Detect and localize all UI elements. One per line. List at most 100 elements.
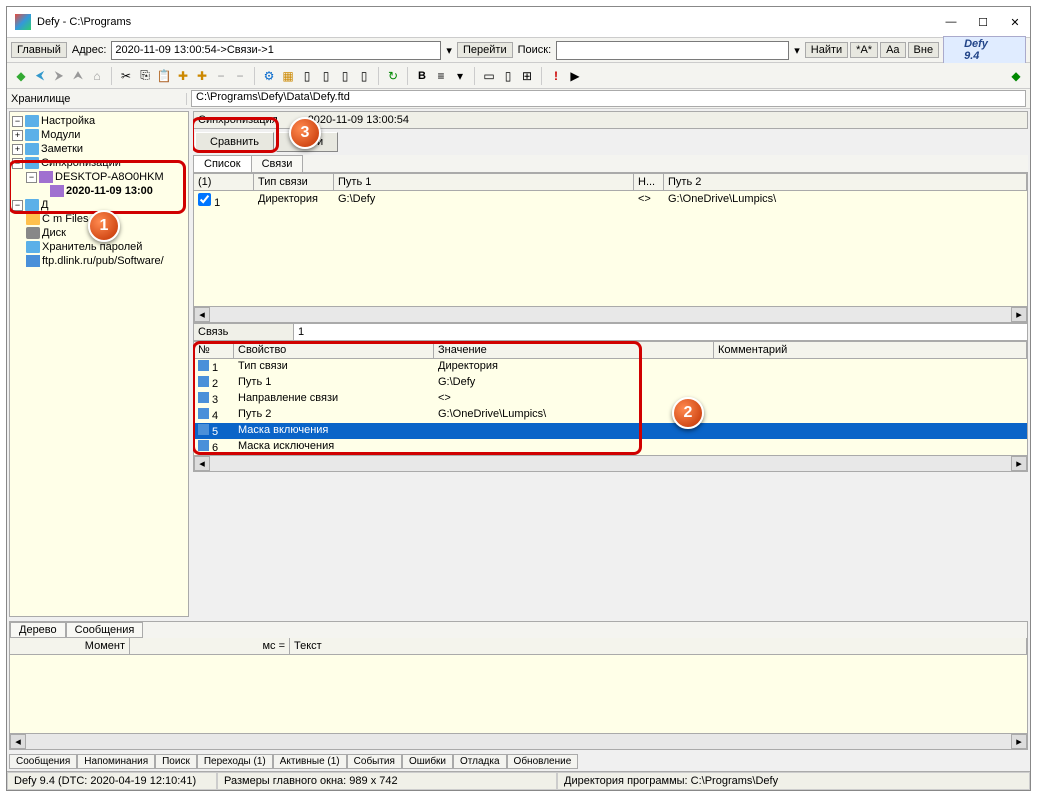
tree-notes[interactable]: Заметки xyxy=(41,143,83,155)
tab-tree[interactable]: Дерево xyxy=(10,622,66,638)
tree-sync-date[interactable]: 2020-11-09 13:00 xyxy=(66,185,153,197)
btab-messages[interactable]: Сообщения xyxy=(9,754,77,769)
fwd-icon[interactable]: ⮞ xyxy=(51,68,67,84)
col-1[interactable]: (1) xyxy=(194,174,254,190)
add-icon[interactable]: ✚ xyxy=(175,68,191,84)
btab-events[interactable]: События xyxy=(347,754,402,769)
btab-reminders[interactable]: Напоминания xyxy=(77,754,155,769)
address-dropdown-icon[interactable]: ▾ xyxy=(443,44,455,57)
pcol-val[interactable]: Значение xyxy=(434,342,714,358)
tree-settings[interactable]: Настройка xyxy=(41,115,95,127)
col-dir[interactable]: Н... xyxy=(634,174,664,190)
search-dropdown-icon[interactable]: ▾ xyxy=(791,44,803,57)
search-input[interactable] xyxy=(556,41,789,60)
tab-list[interactable]: Список xyxy=(193,155,252,172)
tree-host[interactable]: DESKTOP-A8O0HKM xyxy=(55,171,164,183)
logcol-moment[interactable]: Момент xyxy=(10,638,130,654)
minimize-button[interactable]: — xyxy=(944,15,958,29)
home-icon[interactable]: ⌂ xyxy=(89,68,105,84)
tree-ftp[interactable]: ftp.dlink.ru/pub/Software/ xyxy=(42,255,164,267)
property-grid[interactable]: 1Тип связиДиректория 2Путь 1G:\Defy 3Нап… xyxy=(194,359,1027,455)
status-version: Defy 9.4 (DTC: 2020-04-19 12:10:41) xyxy=(7,772,217,790)
scroll-right-icon[interactable]: ▸ xyxy=(1011,456,1027,471)
btab-errors[interactable]: Ошибки xyxy=(402,754,453,769)
tab-links[interactable]: Связи xyxy=(251,155,304,172)
bold-icon[interactable]: B xyxy=(414,68,430,84)
pcol-prop[interactable]: Свойство xyxy=(234,342,434,358)
find-button[interactable]: Найти xyxy=(805,42,848,58)
btab-transitions[interactable]: Переходы (1) xyxy=(197,754,273,769)
btab-search[interactable]: Поиск xyxy=(155,754,197,769)
status-dir: Директория программы: C:\Programs\Defy xyxy=(557,772,1030,790)
play-icon[interactable]: ▶ xyxy=(567,68,583,84)
scroll-left-icon[interactable]: ◂ xyxy=(194,456,210,471)
scroll-left-icon[interactable]: ◂ xyxy=(194,307,210,322)
copy-icon[interactable]: ⎘ xyxy=(137,68,153,84)
doc3-icon[interactable]: ▯ xyxy=(337,68,353,84)
expand-icon[interactable]: − xyxy=(26,172,37,183)
col-type[interactable]: Тип связи xyxy=(254,174,334,190)
gear-icon[interactable]: ⚙ xyxy=(261,68,277,84)
up-icon[interactable]: ⮝ xyxy=(70,68,86,84)
go-button[interactable]: Перейти xyxy=(457,42,513,58)
wildcard-toggle[interactable]: *A* xyxy=(850,42,878,58)
pcol-n[interactable]: № xyxy=(194,342,234,358)
align-icon[interactable]: ≡ xyxy=(433,68,449,84)
vne-toggle[interactable]: Вне xyxy=(908,42,940,58)
cut-icon[interactable]: ✂ xyxy=(118,68,134,84)
pcol-comment[interactable]: Комментарий xyxy=(714,342,1027,358)
del-icon[interactable]: − xyxy=(213,68,229,84)
expand-icon[interactable]: + xyxy=(12,130,23,141)
add2-icon[interactable]: ✚ xyxy=(194,68,210,84)
col-path2[interactable]: Путь 2 xyxy=(664,174,1027,190)
tree-sync[interactable]: Синхронизации xyxy=(41,157,121,169)
doc4-icon[interactable]: ▯ xyxy=(356,68,372,84)
close-button[interactable]: ✕ xyxy=(1008,15,1022,29)
scroll-left-icon[interactable]: ◂ xyxy=(10,734,26,749)
scroll-right-icon[interactable]: ▸ xyxy=(1011,307,1027,322)
logcol-text[interactable]: Текст xyxy=(290,638,1027,654)
btab-update[interactable]: Обновление xyxy=(507,754,579,769)
grid-icon[interactable]: ▦ xyxy=(280,68,296,84)
expand-icon[interactable]: − xyxy=(12,200,23,211)
tree-hidden[interactable]: Д xyxy=(41,199,48,211)
address-input[interactable] xyxy=(111,41,441,60)
tree-panel[interactable]: −Настройка +Модули +Заметки −Синхронизац… xyxy=(9,111,189,617)
tree-modules[interactable]: Модули xyxy=(41,129,80,141)
row-checkbox[interactable] xyxy=(198,193,211,206)
case-toggle[interactable]: Aa xyxy=(880,42,905,58)
tab-messages[interactable]: Сообщения xyxy=(66,622,144,638)
tree-disk[interactable]: Диск xyxy=(42,227,66,239)
upper-tabs: Список Связи xyxy=(193,155,1028,173)
btab-active[interactable]: Активные (1) xyxy=(273,754,347,769)
align-dd-icon[interactable]: ▾ xyxy=(452,68,468,84)
main-button[interactable]: Главный xyxy=(11,42,67,58)
tree-passwords[interactable]: Хранитель паролей xyxy=(42,241,142,253)
del2-icon[interactable]: − xyxy=(232,68,248,84)
callout-3: 3 xyxy=(289,117,321,149)
expand-icon[interactable]: + xyxy=(12,144,23,155)
cube-icon xyxy=(198,440,209,451)
logcol-ms[interactable]: мс = xyxy=(130,638,290,654)
expand-icon[interactable]: − xyxy=(12,116,23,127)
layout3-icon[interactable]: ⊞ xyxy=(519,68,535,84)
help-icon[interactable]: ◆ xyxy=(1008,68,1024,84)
refresh-icon[interactable]: ↻ xyxy=(385,68,401,84)
doc1-icon[interactable]: ▯ xyxy=(299,68,315,84)
link-row[interactable]: 1 Директория G:\Defy <> G:\OneDrive\Lump… xyxy=(194,191,1027,211)
btab-debug[interactable]: Отладка xyxy=(453,754,507,769)
new-icon[interactable]: ◆ xyxy=(13,68,29,84)
layout1-icon[interactable]: ▭ xyxy=(481,68,497,84)
doc2-icon[interactable]: ▯ xyxy=(318,68,334,84)
paste-icon[interactable]: 📋 xyxy=(156,68,172,84)
alert-icon[interactable]: ! xyxy=(548,68,564,84)
maximize-button[interactable]: ☐ xyxy=(976,15,990,29)
compare-button[interactable]: Сравнить xyxy=(195,132,274,152)
expand-icon[interactable]: − xyxy=(12,158,23,169)
col-path1[interactable]: Путь 1 xyxy=(334,174,634,190)
back-icon[interactable]: ⮜ xyxy=(32,68,48,84)
layout2-icon[interactable]: ▯ xyxy=(500,68,516,84)
folder-icon xyxy=(25,199,39,211)
scroll-right-icon[interactable]: ▸ xyxy=(1011,734,1027,749)
bottom-tabs: Сообщения Напоминания Поиск Переходы (1)… xyxy=(7,752,1030,771)
